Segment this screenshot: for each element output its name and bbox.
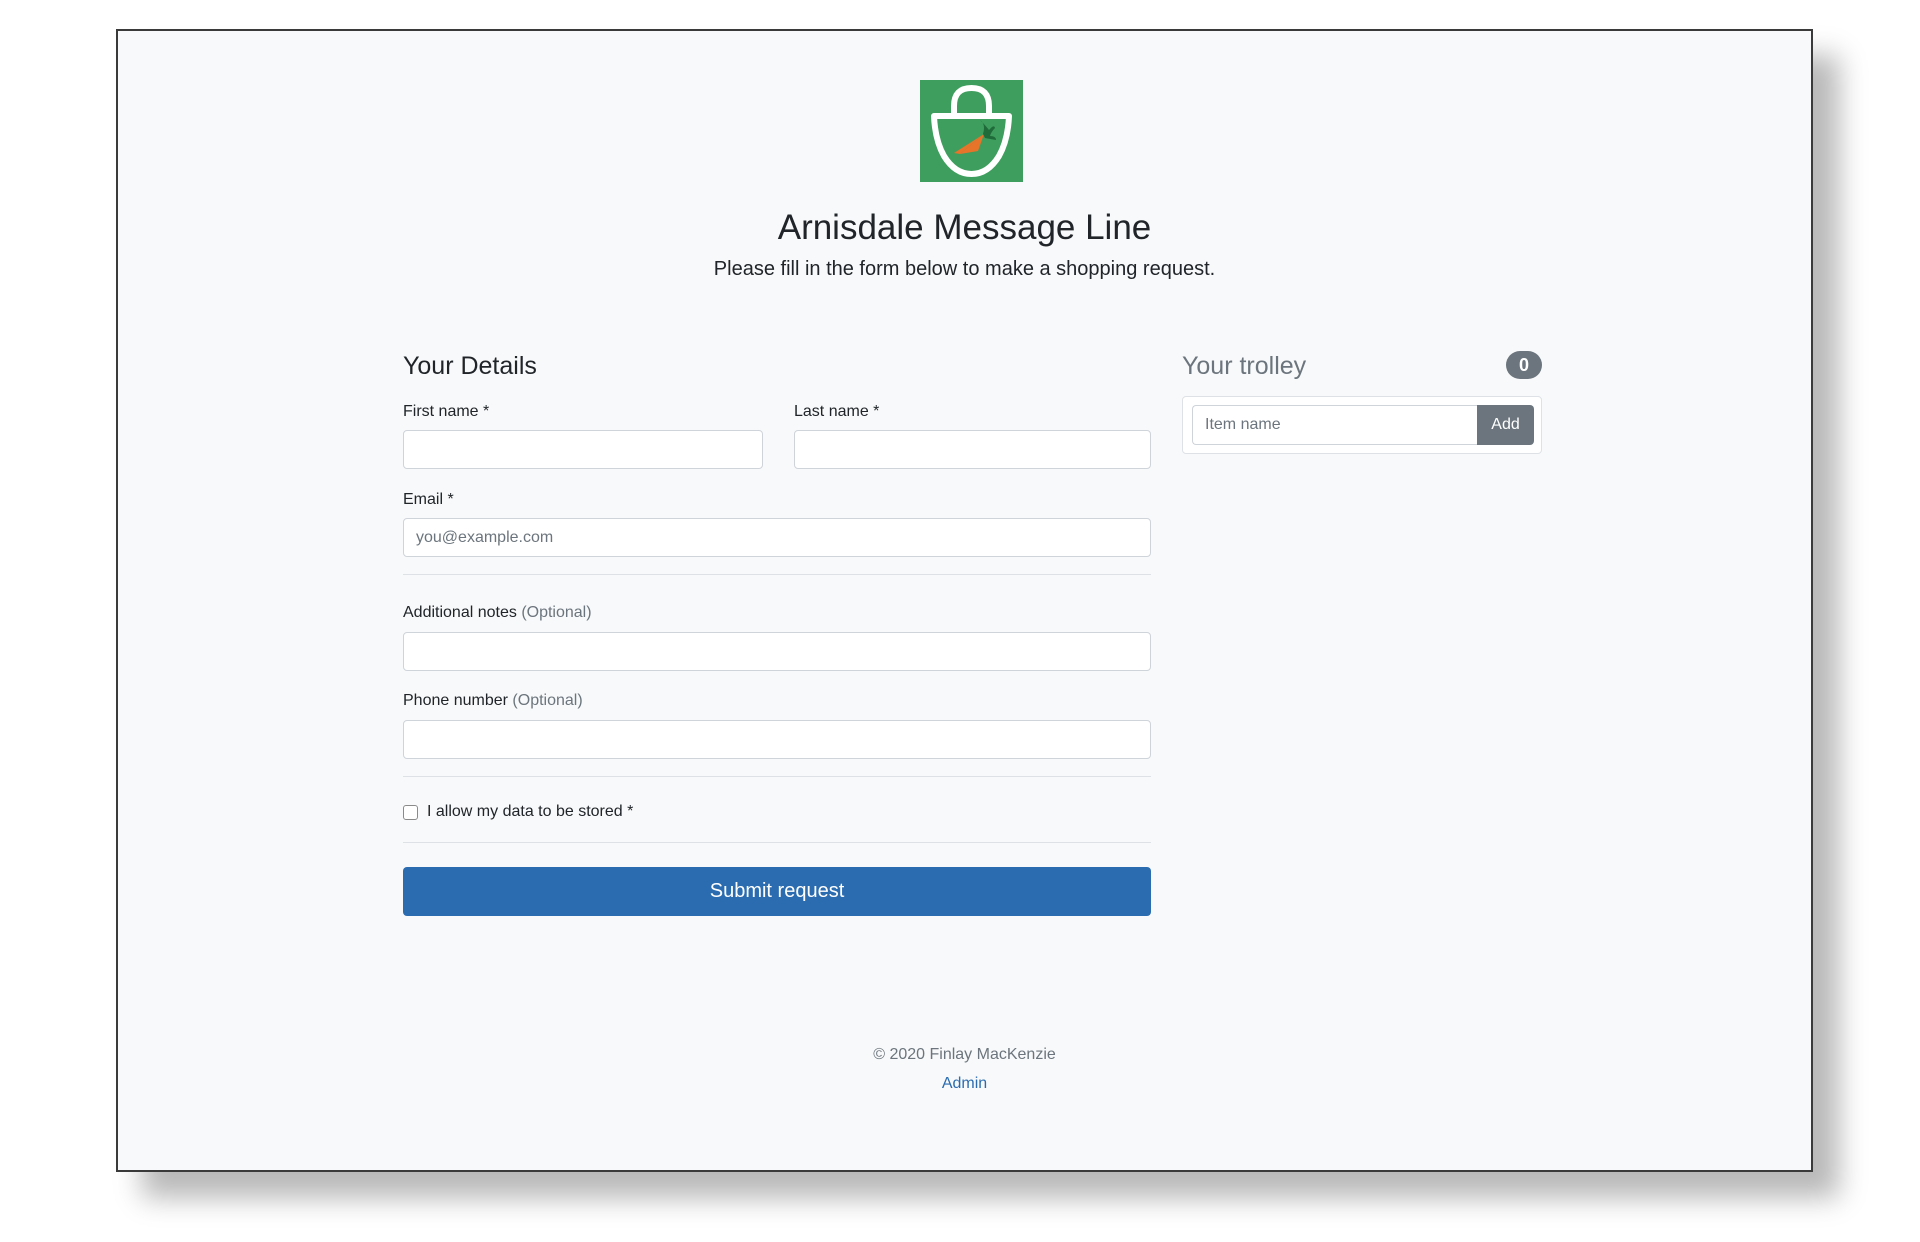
email-input[interactable] <box>403 518 1151 557</box>
site-subtitle: Please fill in the form below to make a … <box>713 258 1216 280</box>
your-trolley-heading: Your trolley <box>1182 352 1307 380</box>
consent-row[interactable]: I allow my data to be stored * <box>403 802 633 822</box>
consent-checkbox[interactable] <box>403 804 418 820</box>
first-name-input[interactable] <box>403 430 763 469</box>
form-divider <box>403 574 1151 575</box>
phone-number-label: Phone number (Optional) <box>403 691 583 711</box>
additional-notes-label-text: Additional notes <box>403 604 517 621</box>
your-details-heading: Your Details <box>403 352 537 380</box>
item-name-input[interactable] <box>1192 405 1477 445</box>
last-name-label: Last name * <box>794 403 880 420</box>
footer-copyright: © 2020 Finlay MacKenzie <box>873 1046 1056 1063</box>
admin-link[interactable]: Admin <box>942 1075 987 1092</box>
phone-number-label-text: Phone number <box>403 692 508 709</box>
page-frame: Arnisdale Message Line Please fill in th… <box>116 29 1813 1172</box>
phone-number-input[interactable] <box>403 720 1151 759</box>
first-name-label: First name * <box>403 403 490 420</box>
additional-notes-input[interactable] <box>403 632 1151 671</box>
trolley-card: Add <box>1182 396 1542 454</box>
email-label: Email * <box>403 491 454 508</box>
optional-hint: (Optional) <box>521 604 592 621</box>
add-item-button[interactable]: Add <box>1477 405 1534 445</box>
submit-request-button[interactable]: Submit request <box>403 867 1151 916</box>
footer-admin: Admin <box>118 1074 1811 1094</box>
trolley-count-badge: 0 <box>1506 351 1542 379</box>
form-divider <box>403 776 1151 777</box>
form-divider <box>403 842 1151 843</box>
consent-label: I allow my data to be stored * <box>427 803 634 820</box>
basket-logo-icon <box>920 80 1023 182</box>
site-title: Arnisdale Message Line <box>777 208 1152 247</box>
optional-hint: (Optional) <box>512 692 583 709</box>
last-name-input[interactable] <box>794 430 1151 469</box>
additional-notes-label: Additional notes (Optional) <box>403 603 592 623</box>
